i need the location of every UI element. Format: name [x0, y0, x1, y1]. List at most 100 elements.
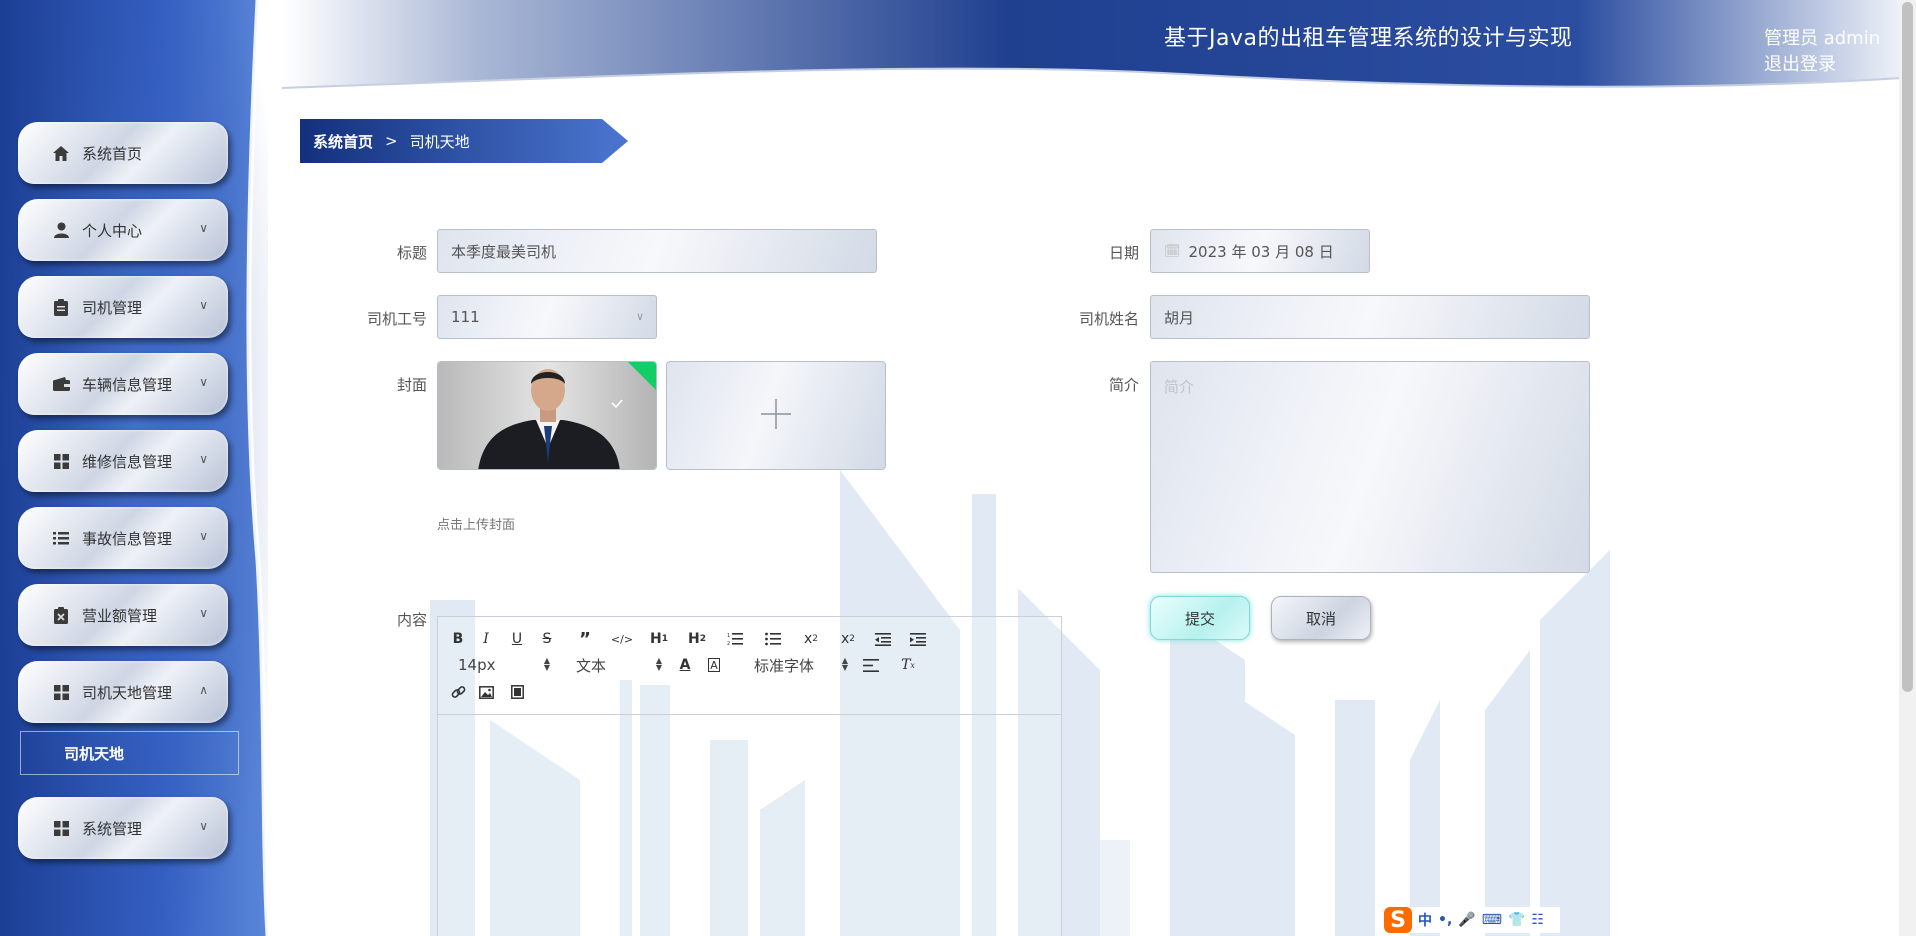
driver-no-label: 司机工号: [366, 310, 427, 328]
toolbox-icon[interactable]: ☷: [1531, 912, 1544, 928]
intro-label: 简介: [1108, 376, 1139, 394]
wallet-icon: [52, 375, 70, 393]
sidebar-item-accident-info[interactable]: 事故信息管理 ∨: [18, 507, 228, 569]
sidebar-item-label: 个人中心: [82, 221, 143, 240]
sidebar-item-label: 维修信息管理: [82, 452, 173, 471]
up-down-arrows-icon: ▲ ▼: [655, 656, 662, 672]
ime-mode-indicator[interactable]: 中: [1418, 910, 1432, 930]
sidebar: 系统首页 个人中心 ∨ 司机管理 ∨ 车辆信息管理 ∨ 维修信息管理 ∨ 事故信…: [0, 0, 268, 936]
heading-1-icon[interactable]: H1: [636, 628, 682, 650]
date-label: 日期: [1108, 244, 1139, 262]
outdent-icon[interactable]: [862, 628, 904, 650]
user-icon: [52, 221, 70, 239]
font-family-select[interactable]: 标准字体 ▲ ▼: [720, 654, 848, 676]
sidebar-item-home[interactable]: 系统首页: [18, 122, 228, 184]
skin-shirt-icon[interactable]: 👕: [1508, 912, 1525, 928]
indent-icon[interactable]: [904, 628, 932, 650]
text-type-select[interactable]: 文本 ▲ ▼: [550, 654, 662, 676]
breadcrumb: 系统首页 > 司机天地: [300, 119, 630, 163]
chevron-up-icon: ∧: [199, 683, 208, 697]
blockquote-icon[interactable]: ”: [562, 628, 608, 650]
sidebar-item-driver-management[interactable]: 司机管理 ∨: [18, 276, 228, 338]
home-icon: [52, 144, 70, 162]
intro-placeholder: 简介: [1164, 378, 1195, 396]
grid-icon: [52, 452, 70, 470]
sidebar-item-driver-world-management[interactable]: 司机天地管理 ∧: [18, 661, 228, 723]
sidebar-item-label: 车辆信息管理: [82, 375, 173, 394]
driver-no-select[interactable]: 111 ∨: [437, 295, 657, 339]
page-scrollbar[interactable]: [1899, 0, 1916, 936]
title-label: 标题: [396, 244, 427, 262]
heading-2-icon[interactable]: H2: [682, 628, 712, 650]
scrollbar-thumb[interactable]: [1902, 2, 1913, 692]
intro-textarea[interactable]: 简介: [1150, 361, 1590, 573]
chevron-down-icon: ∨: [199, 529, 208, 543]
chevron-down-icon: ∨: [635, 310, 644, 323]
sidebar-item-personal-center[interactable]: 个人中心 ∨: [18, 199, 228, 261]
video-icon[interactable]: [502, 681, 532, 703]
bullet-list-icon[interactable]: [758, 628, 788, 650]
date-picker[interactable]: 🗓 2023 年 03 月 08 日: [1150, 229, 1370, 273]
up-down-arrows-icon: ▲ ▼: [841, 656, 848, 672]
sidebar-item-system-management[interactable]: 系统管理 ∨: [18, 797, 228, 859]
sidebar-item-vehicle-info[interactable]: 车辆信息管理 ∨: [18, 353, 228, 415]
editor-content-area[interactable]: [438, 715, 1061, 936]
sidebar-item-label: 司机管理: [82, 298, 143, 317]
chevron-down-icon: ∨: [199, 298, 208, 312]
code-block-icon[interactable]: </>: [608, 628, 636, 650]
svg-text:2: 2: [727, 641, 730, 646]
plus-icon: [761, 398, 791, 433]
strikethrough-icon[interactable]: S: [532, 628, 562, 650]
subscript-icon[interactable]: x2: [788, 628, 834, 650]
font-color-icon[interactable]: A: [662, 654, 708, 676]
clipboard-x-icon: [52, 606, 70, 624]
driver-no-value: 111: [451, 308, 480, 326]
punctuation-icon[interactable]: •,: [1438, 912, 1452, 928]
keyboard-icon[interactable]: ⌨: [1482, 912, 1502, 928]
microphone-icon[interactable]: 🎤: [1458, 912, 1475, 928]
chevron-down-icon: ∨: [199, 375, 208, 389]
upload-cover-button[interactable]: [666, 361, 886, 470]
sogou-logo-icon[interactable]: S: [1384, 907, 1412, 933]
editor-toolbar: B I U S ” </> H1 H2 12 x2 x2 14px ▲ ▼ 文本…: [438, 617, 1061, 715]
clear-format-icon[interactable]: Tx: [894, 654, 922, 676]
sidebar-item-label: 营业额管理: [82, 606, 158, 625]
background-color-icon[interactable]: A: [708, 658, 720, 672]
grid-icon: [52, 683, 70, 701]
svg-text:1: 1: [727, 633, 730, 639]
upload-hint: 点击上传封面: [437, 518, 516, 533]
breadcrumb-current: 司机天地: [409, 132, 470, 151]
sidebar-item-label: 事故信息管理: [82, 529, 173, 548]
driver-name-value: 胡月: [1164, 308, 1195, 327]
app-title: 基于Java的出租车管理系统的设计与实现: [1164, 26, 1573, 51]
driver-name-label: 司机姓名: [1078, 310, 1139, 328]
sidebar-subitem-label: 司机天地: [64, 744, 125, 763]
grid-icon: [52, 819, 70, 837]
superscript-icon[interactable]: x2: [834, 628, 862, 650]
logout-link[interactable]: 退出登录: [1764, 54, 1836, 75]
breadcrumb-home[interactable]: 系统首页: [313, 131, 373, 152]
title-input[interactable]: 本季度最美司机: [437, 229, 877, 273]
breadcrumb-separator: >: [385, 132, 398, 150]
user-area: 管理员 admin 退出登录: [1764, 24, 1902, 76]
bold-icon[interactable]: B: [446, 628, 470, 650]
cancel-button[interactable]: 取消: [1271, 596, 1371, 640]
image-icon[interactable]: [470, 681, 502, 703]
cover-image[interactable]: [437, 361, 657, 470]
link-icon[interactable]: [446, 681, 470, 703]
driver-name-input[interactable]: 胡月: [1150, 295, 1590, 339]
underline-icon[interactable]: U: [502, 628, 532, 650]
italic-icon[interactable]: I: [470, 628, 502, 650]
sidebar-subitem-driver-world[interactable]: 司机天地: [20, 731, 239, 775]
clipboard-icon: [52, 298, 70, 316]
sidebar-menu: 系统首页 个人中心 ∨ 司机管理 ∨ 车辆信息管理 ∨ 维修信息管理 ∨ 事故信…: [18, 122, 239, 874]
submit-button[interactable]: 提交: [1150, 596, 1250, 640]
sidebar-item-repair-info[interactable]: 维修信息管理 ∨: [18, 430, 228, 492]
title-value: 本季度最美司机: [451, 242, 557, 261]
sidebar-item-revenue-management[interactable]: 营业额管理 ∨: [18, 584, 228, 646]
font-family-value: 标准字体: [754, 656, 815, 675]
header-background: [282, 0, 1902, 89]
font-size-select[interactable]: 14px ▲ ▼: [446, 654, 550, 676]
align-left-icon[interactable]: [848, 654, 894, 676]
ordered-list-icon[interactable]: 12: [712, 628, 758, 650]
